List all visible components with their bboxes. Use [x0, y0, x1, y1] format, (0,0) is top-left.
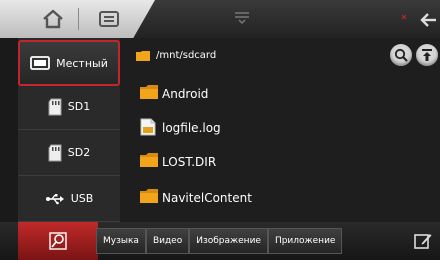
sidebar-item-label: SD1 [67, 100, 91, 113]
upload-icon [422, 49, 432, 61]
file-row-navitel[interactable]: NavitelContent [120, 180, 440, 216]
file-row-lost-dir[interactable]: LOST.DIR [120, 144, 440, 180]
file-name: NavitelContent [162, 191, 252, 205]
path-bar: /mnt/sdcard [120, 38, 440, 72]
file-name: logfile.log [162, 121, 221, 135]
tab-video[interactable]: Видео [145, 228, 190, 254]
folder-icon [140, 188, 158, 207]
home-icon[interactable] [42, 9, 64, 29]
file-browser: /mnt/sdcard Android logfile.log LOST.DIR… [120, 38, 440, 222]
upload-button[interactable] [416, 44, 438, 66]
bottom-bar: Музыка Видео Изображение Приложение [0, 222, 440, 260]
divider [78, 8, 79, 30]
file-row-logfile[interactable]: logfile.log [120, 110, 440, 146]
drive-icon [30, 56, 51, 70]
tab-apps[interactable]: Приложение [267, 228, 343, 254]
sidebar-item-label: USB [70, 192, 94, 205]
sd-card-icon [48, 144, 62, 162]
sidebar-item-label: Местный [56, 56, 108, 70]
edit-icon[interactable] [414, 232, 432, 250]
file-row-android[interactable]: Android [120, 76, 440, 112]
sd-card-icon [48, 98, 62, 116]
file-name: LOST.DIR [162, 155, 217, 169]
search-files-button[interactable] [18, 222, 98, 260]
search-icon [49, 232, 67, 250]
top-bar [0, 0, 440, 38]
category-tabs: Музыка Видео Изображение Приложение [96, 228, 343, 254]
storage-sidebar: Местный SD1 SD2 USB [18, 38, 120, 222]
top-bar-button-group [0, 0, 155, 38]
usb-icon [45, 193, 65, 205]
sidebar-item-label: SD2 [67, 146, 91, 159]
file-icon [140, 118, 156, 140]
tab-music[interactable]: Музыка [96, 228, 146, 254]
sidebar-item-usb[interactable]: USB [18, 176, 120, 222]
menu-icon[interactable] [98, 9, 120, 29]
file-name: Android [162, 87, 209, 101]
search-button[interactable] [390, 44, 412, 66]
tab-images[interactable]: Изображение [189, 228, 268, 254]
sidebar-item-sd2[interactable]: SD2 [18, 130, 120, 176]
drag-handle-icon[interactable] [233, 10, 251, 24]
folder-icon [140, 84, 158, 103]
folder-icon [136, 46, 150, 65]
current-path: /mnt/sdcard [156, 49, 217, 61]
back-icon[interactable] [390, 6, 440, 34]
sidebar-item-sd1[interactable]: SD1 [18, 84, 120, 130]
search-icon [394, 48, 408, 62]
folder-icon [140, 152, 158, 171]
sidebar-item-local[interactable]: Местный [18, 40, 120, 86]
